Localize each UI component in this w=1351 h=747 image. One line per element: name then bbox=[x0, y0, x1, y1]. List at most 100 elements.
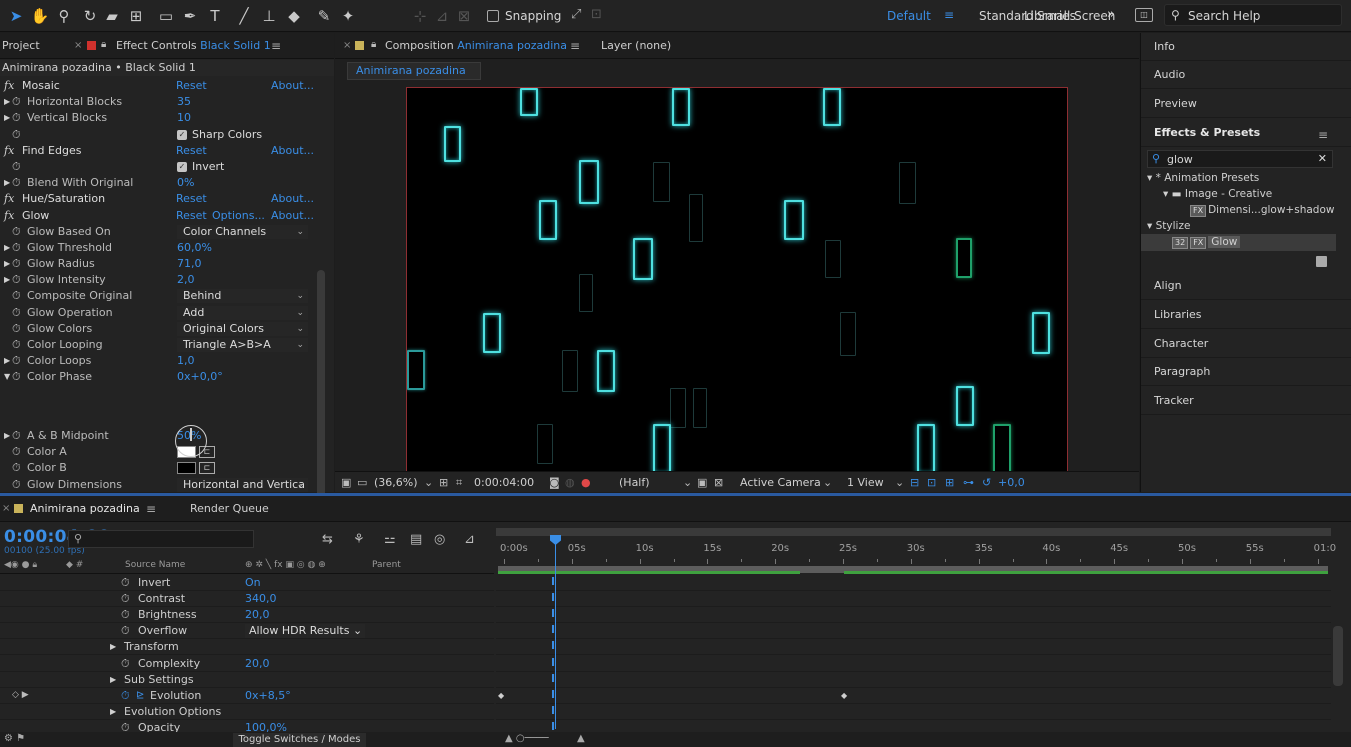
tab-composition[interactable]: Composition Animirana pozadina bbox=[385, 39, 567, 52]
stopwatch-icon[interactable]: ⏱ bbox=[12, 175, 21, 191]
toggle-pixel-aspect-icon[interactable]: ⊟ bbox=[910, 476, 919, 489]
stopwatch-icon[interactable]: ⏱ bbox=[12, 94, 21, 110]
panel-libraries[interactable]: Libraries bbox=[1141, 301, 1351, 329]
twirl-icon[interactable]: ▶ bbox=[4, 256, 10, 272]
stopwatch-icon[interactable]: ⏱ bbox=[12, 444, 21, 460]
grid-icon[interactable]: ⊞ bbox=[439, 476, 448, 489]
stopwatch-icon[interactable]: ⏱ bbox=[12, 353, 21, 369]
effect-controls-scrollbar[interactable] bbox=[317, 270, 325, 506]
current-time[interactable]: 0:00:04:00 bbox=[474, 476, 534, 489]
timeline-icon[interactable]: ⊞ bbox=[945, 476, 954, 489]
panel-menu-icon[interactable]: ≡ bbox=[271, 39, 281, 53]
property-value[interactable]: 2,0 bbox=[177, 272, 195, 288]
graph-editor-icon[interactable]: ⊿ bbox=[464, 532, 475, 547]
property-value[interactable]: 0x+0,0° bbox=[177, 369, 223, 385]
twirl-icon[interactable]: ▶ bbox=[4, 175, 10, 191]
stopwatch-icon[interactable]: ⏱ bbox=[121, 656, 130, 671]
property-dropdown[interactable]: Horizontal and Vertica ⌄ bbox=[177, 477, 308, 492]
checkbox[interactable]: ✓ bbox=[177, 129, 187, 140]
keyframe-icon[interactable]: ◆ bbox=[841, 691, 847, 700]
rotation-tool-icon[interactable]: ↻ bbox=[80, 6, 100, 26]
stopwatch-icon[interactable]: ⏱ bbox=[12, 288, 21, 304]
exposure-value[interactable]: +0,0 bbox=[998, 476, 1025, 489]
tab-project[interactable]: Project bbox=[2, 39, 40, 52]
checkbox[interactable]: ✓ bbox=[177, 161, 187, 172]
effects-search-input[interactable]: ⚲ glow ✕ bbox=[1147, 150, 1333, 168]
twirl-icon[interactable]: ▶ bbox=[110, 704, 116, 719]
twirl-icon[interactable]: ▶ bbox=[110, 672, 116, 687]
region-of-interest-icon[interactable]: ▣ bbox=[697, 476, 707, 489]
panel-menu-icon[interactable]: ≡ bbox=[1318, 128, 1328, 142]
twirl-icon[interactable]: ▶ bbox=[4, 94, 10, 110]
lock-icon[interactable]: 🔒︎ bbox=[101, 39, 106, 50]
parent-header[interactable]: Parent bbox=[372, 560, 401, 570]
workspace-panel-icon[interactable]: ◫ bbox=[1135, 8, 1153, 22]
stopwatch-icon[interactable]: ⏱ bbox=[12, 256, 21, 272]
fast-previews-icon[interactable]: ⊡ bbox=[927, 476, 936, 489]
options-link[interactable]: Options... bbox=[212, 208, 265, 224]
panel-tracker[interactable]: Tracker bbox=[1141, 387, 1351, 415]
tab-timeline[interactable]: Animirana pozadina bbox=[30, 502, 140, 515]
snapshot-icon[interactable]: ◙ bbox=[549, 476, 560, 489]
stopwatch-icon[interactable]: ⏱ bbox=[121, 688, 130, 703]
property-value[interactable]: 35 bbox=[177, 94, 191, 110]
effect-name[interactable]: Find Edges bbox=[22, 143, 81, 159]
color-phase-dial[interactable] bbox=[175, 425, 207, 457]
lock-icon[interactable]: 🔒︎ bbox=[371, 39, 376, 50]
toggle-switches-modes-button[interactable]: Toggle Switches / Modes bbox=[233, 733, 366, 747]
stopwatch-icon[interactable]: ⏱ bbox=[12, 305, 21, 321]
stopwatch-icon[interactable]: ⏱ bbox=[12, 240, 21, 256]
new-bin-icon[interactable] bbox=[1316, 256, 1327, 267]
about-link[interactable]: About... bbox=[271, 78, 314, 94]
property-value[interactable]: 0% bbox=[177, 175, 194, 191]
snapping-checkbox[interactable] bbox=[487, 10, 499, 22]
twirl-icon[interactable]: ▶ bbox=[4, 428, 10, 444]
stopwatch-icon[interactable]: ⏱ bbox=[121, 623, 130, 638]
time-ruler[interactable]: 0:00s 05s 10s 15s 20s 25s 30s 35s 40s 45s 50s 55s 01… bbox=[496, 537, 1336, 565]
reset-exposure-icon[interactable]: ↺ bbox=[982, 476, 991, 489]
twirl-icon[interactable]: ▼ bbox=[4, 369, 10, 385]
camera-dropdown[interactable]: Active Camera bbox=[740, 476, 821, 489]
property-dropdown[interactable]: Allow HDR Results ⌄ bbox=[245, 624, 365, 639]
tree-preset-item[interactable]: FX Dimensi...glow+shadow bbox=[1190, 204, 1334, 217]
pan-behind-tool-icon[interactable]: ⊞ bbox=[126, 6, 146, 26]
group-label[interactable]: Evolution Options bbox=[124, 704, 221, 719]
panel-menu-icon[interactable]: ≡ bbox=[146, 502, 156, 516]
close-tab-icon[interactable]: × bbox=[343, 40, 351, 51]
property-value[interactable]: 0x+8,5° bbox=[245, 688, 291, 703]
stopwatch-icon[interactable]: ⏱ bbox=[12, 477, 21, 493]
effect-name[interactable]: Hue/Saturation bbox=[22, 191, 105, 207]
effect-name[interactable]: Glow bbox=[22, 208, 49, 224]
stopwatch-icon[interactable]: ⏱ bbox=[121, 575, 130, 590]
flowchart-icon[interactable]: ⊶ bbox=[963, 476, 974, 489]
color-swatch[interactable] bbox=[177, 462, 196, 475]
clear-search-icon[interactable]: ✕ bbox=[1318, 152, 1327, 165]
close-tab-icon[interactable]: × bbox=[74, 40, 82, 51]
comp-flowchart-breadcrumb[interactable]: Animirana pozadina bbox=[347, 62, 481, 80]
property-value[interactable]: 60,0% bbox=[177, 240, 212, 256]
composition-viewer[interactable] bbox=[406, 87, 1068, 484]
property-value[interactable]: 71,0 bbox=[177, 256, 202, 272]
type-tool-icon[interactable]: T bbox=[205, 6, 225, 26]
tab-layer[interactable]: Layer (none) bbox=[601, 39, 671, 52]
tree-glow[interactable]: 32 FX Glow bbox=[1172, 236, 1241, 249]
motion-blur-icon[interactable]: ◎ bbox=[434, 532, 445, 547]
tab-render-queue[interactable]: Render Queue bbox=[190, 502, 269, 515]
brush-tool-icon[interactable]: ╱ bbox=[234, 6, 254, 26]
rectangle-tool-icon[interactable]: ▭ bbox=[156, 6, 176, 26]
timeline-graph-area[interactable]: 0:00s 05s 10s 15s 20s 25s 30s 35s 40s 45s 50s 55s 01… bbox=[496, 523, 1336, 736]
panel-align[interactable]: Align bbox=[1141, 272, 1351, 300]
tree-image-creative[interactable]: ▾ ▬ Image - Creative bbox=[1163, 188, 1272, 200]
stopwatch-icon[interactable]: ⏱ bbox=[12, 460, 21, 476]
keyframe-navigator-icon[interactable]: ◇ ▶ bbox=[12, 688, 29, 703]
panel-audio[interactable]: Audio bbox=[1141, 61, 1351, 89]
stopwatch-icon[interactable]: ⏱ bbox=[12, 369, 21, 385]
roto-brush-tool-icon[interactable]: ✎ bbox=[314, 6, 334, 26]
stopwatch-icon[interactable]: ⏱ bbox=[12, 337, 21, 353]
twirl-icon[interactable]: ▶ bbox=[4, 353, 10, 369]
zoom-in-icon[interactable]: ▲ bbox=[577, 733, 585, 744]
zoom-out-icon[interactable]: ▲ ○──── bbox=[505, 733, 549, 744]
stopwatch-icon[interactable]: ⏱ bbox=[12, 224, 21, 240]
stopwatch-icon[interactable]: ⏱ bbox=[12, 428, 21, 444]
stopwatch-icon[interactable]: ⏱ bbox=[12, 127, 21, 143]
